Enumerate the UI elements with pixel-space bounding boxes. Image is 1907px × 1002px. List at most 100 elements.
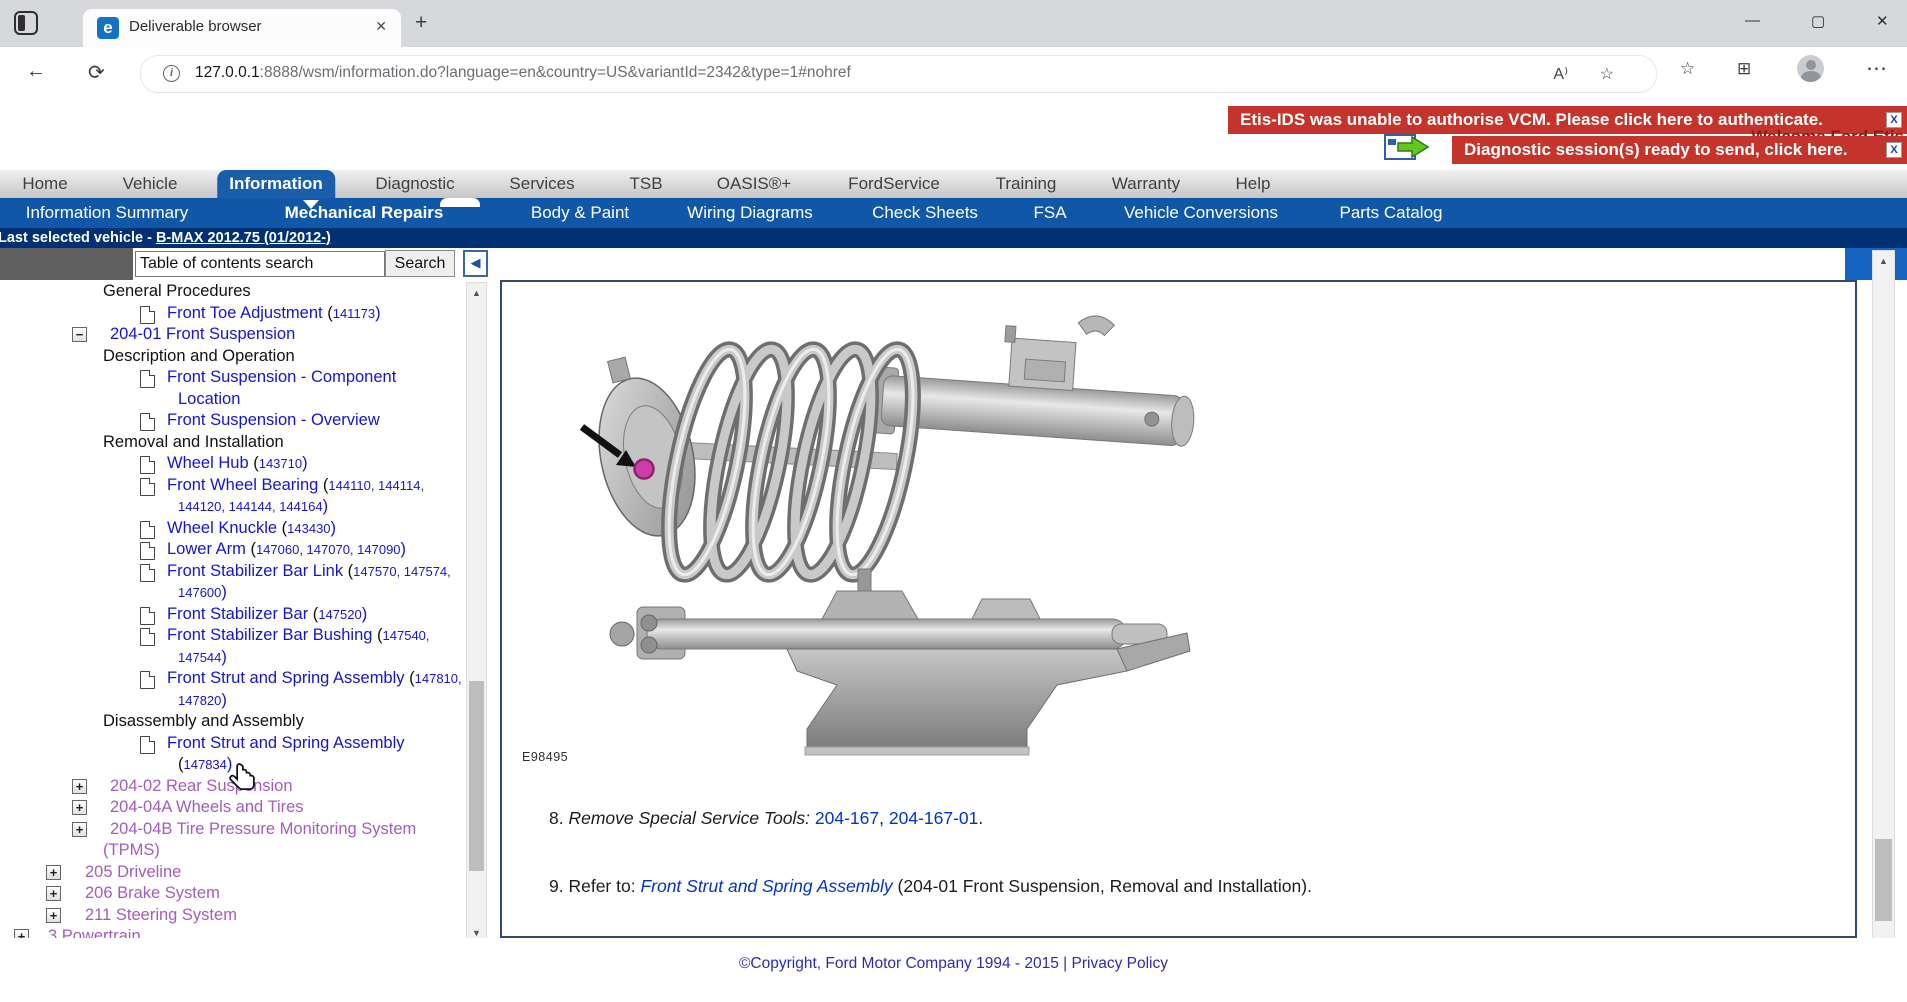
nav-item-services[interactable]: Services — [497, 170, 586, 198]
toc-item-front-suspension-component-location[interactable]: Front Suspension - Component Location — [0, 367, 462, 410]
content-scrollbar[interactable]: ▲ ▼ — [1872, 250, 1895, 962]
toc-label[interactable]: 204-04B Tire Pressure Monitoring System … — [103, 820, 416, 860]
diagnostic-alert-close-icon[interactable]: X — [1886, 142, 1902, 158]
toc-item-wheel-hub[interactable]: Wheel Hub (143710) — [0, 453, 462, 475]
toc-item-204-04b-tire-pressure-monitoring-system-[interactable]: +204-04B Tire Pressure Monitoring System… — [0, 819, 462, 862]
read-aloud-icon[interactable]: A⁾ — [1553, 64, 1568, 84]
collapse-icon[interactable]: − — [72, 327, 87, 342]
toc-label[interactable]: Front Wheel Bearing — [167, 476, 318, 494]
expand-icon[interactable]: + — [72, 800, 87, 815]
toc-label[interactable]: Front Suspension - Component Location — [167, 368, 396, 408]
profile-avatar[interactable] — [1797, 55, 1824, 82]
toc-item-204-04a-wheels-and-tires[interactable]: +204-04A Wheels and Tires — [0, 797, 462, 819]
nav-item-help[interactable]: Help — [1224, 170, 1283, 198]
toc-item-front-stabilizer-bar[interactable]: Front Stabilizer Bar (147520) — [0, 604, 462, 626]
favorites-icon[interactable]: ☆ — [1680, 59, 1695, 79]
browser-tab[interactable]: e Deliverable browser ✕ — [83, 9, 401, 47]
nav-item-fordservice[interactable]: FordService — [836, 170, 952, 198]
subnav-item-vehicle-conversions[interactable]: Vehicle Conversions — [1124, 198, 1278, 228]
address-bar[interactable]: i 127.0.0.1:8888/wsm/information.do?lang… — [140, 55, 1657, 93]
toc-scrollbar[interactable]: ▲ ▼ — [466, 282, 487, 944]
window-close-button[interactable]: ✕ — [1876, 12, 1889, 30]
toc-search-input[interactable] — [135, 251, 385, 277]
toc-item-lower-arm[interactable]: Lower Arm (147060, 147070, 147090) — [0, 539, 462, 561]
content-link[interactable]: 204-167 — [815, 808, 879, 828]
diagnostic-alert-text: Diagnostic session(s) ready to send, cli… — [1464, 140, 1848, 159]
url-text[interactable]: 127.0.0.1:8888/wsm/information.do?langua… — [195, 64, 851, 82]
expand-icon[interactable]: + — [46, 865, 61, 880]
nav-item-oasis-[interactable]: OASIS®+ — [705, 170, 803, 198]
toc-scroll-up-icon[interactable]: ▲ — [467, 288, 486, 298]
browser-menu-icon[interactable]: ⋯ — [1866, 56, 1887, 81]
nav-item-diagnostic[interactable]: Diagnostic — [363, 170, 466, 198]
subnav-item-wiring-diagrams[interactable]: Wiring Diagrams — [687, 198, 813, 228]
toc-procedure-numbers: 143430 — [287, 521, 330, 536]
subnav-item-information-summary[interactable]: Information Summary — [26, 198, 189, 228]
nav-item-vehicle[interactable]: Vehicle — [111, 170, 190, 198]
toc-label[interactable]: Wheel Knuckle — [167, 519, 277, 537]
toc-label[interactable]: Front Stabilizer Bar Link — [167, 562, 343, 580]
toc-item-206-brake-system[interactable]: +206 Brake System — [0, 883, 462, 905]
subnav-item-fsa[interactable]: FSA — [1033, 198, 1066, 228]
subnav-item-check-sheets[interactable]: Check Sheets — [872, 198, 978, 228]
toc-label[interactable]: 211 Steering System — [85, 906, 237, 924]
nav-item-tsb[interactable]: TSB — [617, 170, 674, 198]
toc-label[interactable]: Front Stabilizer Bar Bushing — [167, 626, 372, 644]
content-scroll-up-icon[interactable]: ▲ — [1873, 256, 1894, 266]
nav-item-training[interactable]: Training — [984, 170, 1069, 198]
toc-item-205-driveline[interactable]: +205 Driveline — [0, 862, 462, 884]
toc-label[interactable]: Front Toe Adjustment — [167, 304, 323, 322]
toc-label[interactable]: 205 Driveline — [85, 863, 181, 881]
vcm-alert-close-icon[interactable]: X — [1886, 112, 1902, 128]
toc-label[interactable]: 204-02 Rear Suspension — [110, 777, 293, 795]
toc-label[interactable]: Front Strut and Spring Assembly — [167, 734, 405, 752]
toc-item-211-steering-system[interactable]: +211 Steering System — [0, 905, 462, 927]
toc-item-front-strut-and-spring-assembly[interactable]: Front Strut and Spring Assembly (147810,… — [0, 668, 462, 711]
toc-search-button[interactable]: Search — [385, 250, 455, 277]
nav-item-warranty[interactable]: Warranty — [1100, 170, 1192, 198]
toc-item-front-suspension-overview[interactable]: Front Suspension - Overview — [0, 410, 462, 432]
content-link[interactable]: Front Strut and Spring Assembly — [640, 876, 892, 896]
window-minimize-button[interactable]: — — [1745, 12, 1760, 29]
toc-label[interactable]: 206 Brake System — [85, 884, 220, 902]
diagnostic-session-icon[interactable] — [1384, 131, 1432, 165]
nav-item-information[interactable]: Information — [217, 170, 335, 198]
toc-item-front-stabilizer-bar-link[interactable]: Front Stabilizer Bar Link (147570, 14757… — [0, 561, 462, 604]
toc-item-front-toe-adjustment[interactable]: Front Toe Adjustment (141173) — [0, 303, 462, 325]
toc-scroll-down-icon[interactable]: ▼ — [467, 928, 486, 938]
tab-layout-icon[interactable] — [14, 11, 38, 35]
privacy-policy-link[interactable]: Privacy Policy — [1072, 955, 1168, 972]
site-info-icon[interactable]: i — [163, 65, 180, 82]
content-scroll-thumb[interactable] — [1875, 839, 1892, 921]
refresh-icon[interactable]: ⟳ — [88, 60, 105, 85]
toc-label[interactable]: Front Strut and Spring Assembly — [167, 669, 405, 687]
vehicle-name[interactable]: B-MAX 2012.75 (01/2012-) — [156, 230, 331, 246]
toc-label[interactable]: 204-04A Wheels and Tires — [110, 798, 304, 816]
toc-item-wheel-knuckle[interactable]: Wheel Knuckle (143430) — [0, 518, 462, 540]
toc-scroll-thumb[interactable] — [469, 681, 484, 871]
content-link[interactable]: 204-167-01 — [889, 808, 979, 828]
expand-icon[interactable]: + — [72, 822, 87, 837]
add-favorite-icon[interactable]: ☆ — [1600, 64, 1614, 84]
toc-item-front-wheel-bearing[interactable]: Front Wheel Bearing (144110, 144114, 144… — [0, 475, 462, 518]
back-icon[interactable]: ← — [26, 60, 46, 83]
tab-close-icon[interactable]: ✕ — [375, 18, 387, 35]
expand-icon[interactable]: + — [46, 886, 61, 901]
window-maximize-button[interactable]: ▢ — [1811, 12, 1825, 30]
diagnostic-alert-banner[interactable]: Diagnostic session(s) ready to send, cli… — [1452, 136, 1907, 164]
toc-label[interactable]: 204-01 Front Suspension — [110, 325, 295, 343]
toc-label[interactable]: Lower Arm — [167, 540, 246, 558]
toc-collapse-button[interactable]: ◀ — [463, 250, 488, 277]
nav-item-home[interactable]: Home — [10, 170, 79, 198]
subnav-item-parts-catalog[interactable]: Parts Catalog — [1340, 198, 1443, 228]
subnav-item-body-paint[interactable]: Body & Paint — [531, 198, 629, 228]
toc-label[interactable]: Front Stabilizer Bar — [167, 605, 308, 623]
new-tab-button[interactable]: + — [415, 11, 427, 35]
toc-label[interactable]: Front Suspension - Overview — [167, 411, 380, 429]
collections-icon[interactable]: ⊞ — [1737, 59, 1751, 79]
toc-label[interactable]: Wheel Hub — [167, 454, 249, 472]
expand-icon[interactable]: + — [46, 908, 61, 923]
expand-icon[interactable]: + — [72, 779, 87, 794]
toc-item-front-stabilizer-bar-bushing[interactable]: Front Stabilizer Bar Bushing (147540, 14… — [0, 625, 462, 668]
toc-item-204-01-front-suspension[interactable]: − 204-01 Front Suspension — [0, 324, 462, 346]
